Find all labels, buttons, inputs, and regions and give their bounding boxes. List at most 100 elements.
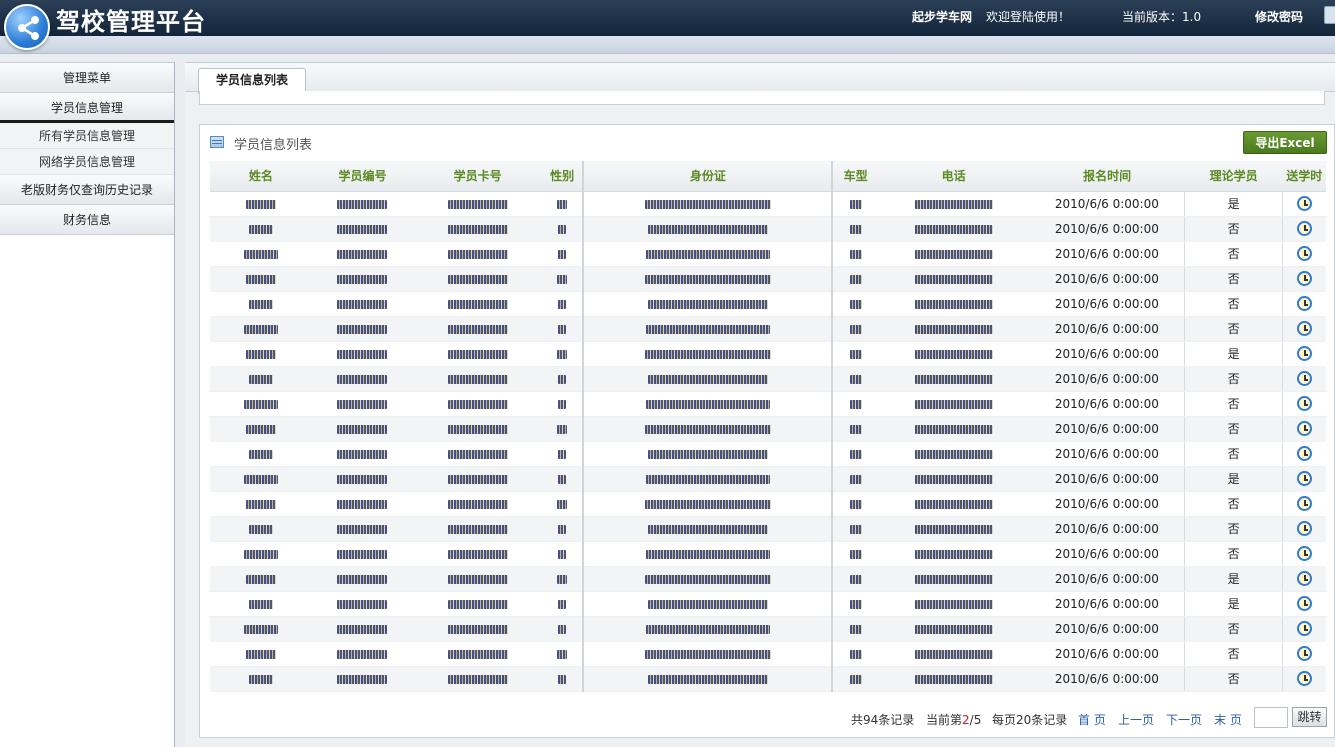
cell-car-type <box>832 641 878 667</box>
sidebar-section-finance[interactable]: 财务信息 <box>0 205 174 235</box>
cell-student-no <box>311 466 414 492</box>
alarm-clock-icon[interactable] <box>1296 571 1312 586</box>
table-row[interactable]: 2010/6/6 0:00:00 否 <box>210 366 1326 392</box>
redacted-value <box>645 624 770 634</box>
col-header-student-no[interactable]: 学员编号 <box>311 161 414 192</box>
table-row[interactable]: 2010/6/6 0:00:00 否 <box>210 241 1326 267</box>
redacted-value <box>849 674 862 684</box>
cell-card-no <box>413 391 542 417</box>
alarm-clock-icon[interactable] <box>1296 621 1312 636</box>
pager-last-link[interactable]: 末 页 <box>1214 711 1242 728</box>
student-table: 姓名 学员编号 学员卡号 性别 身份证 车型 电话 报名时间 理论学员 送学时 … <box>210 161 1326 692</box>
cell-theory: 否 <box>1184 441 1283 467</box>
table-row[interactable]: 2010/6/6 0:00:00 否 <box>210 216 1326 242</box>
pager-next-link[interactable]: 下一页 <box>1166 711 1202 728</box>
cell-name <box>210 516 312 542</box>
table-row[interactable]: 2010/6/6 0:00:00 否 <box>210 491 1326 517</box>
redacted-value <box>447 349 508 359</box>
alarm-clock-icon[interactable] <box>1296 521 1312 536</box>
table-row[interactable]: 2010/6/6 0:00:00 否 <box>210 391 1326 417</box>
cell-card-no <box>413 666 542 692</box>
table-row[interactable]: 2010/6/6 0:00:00 否 <box>210 266 1326 292</box>
redacted-value <box>647 674 768 684</box>
table-row[interactable]: 2010/6/6 0:00:00 否 <box>210 616 1326 642</box>
cell-student-no <box>311 216 414 242</box>
alarm-clock-icon[interactable] <box>1296 196 1312 211</box>
cell-car-type <box>832 516 878 542</box>
cell-phone <box>877 666 1030 692</box>
cell-student-no <box>311 516 414 542</box>
change-password-link[interactable]: 修改密码 <box>1255 8 1303 25</box>
col-header-phone[interactable]: 电话 <box>877 161 1030 192</box>
cell-gender <box>541 316 585 342</box>
alarm-clock-icon[interactable] <box>1296 646 1312 661</box>
cell-card-no <box>413 266 542 292</box>
sidebar-item-all-students[interactable]: 所有学员信息管理 <box>0 123 174 149</box>
alarm-clock-icon[interactable] <box>1296 221 1312 236</box>
alarm-clock-icon[interactable] <box>1296 321 1312 336</box>
table-row[interactable]: 2010/6/6 0:00:00 否 <box>210 416 1326 442</box>
cell-id-card <box>583 241 834 267</box>
sidebar-section-student[interactable]: 学员信息管理 <box>0 93 174 123</box>
alarm-clock-icon[interactable] <box>1296 296 1312 311</box>
cell-name <box>210 641 312 667</box>
alarm-clock-icon[interactable] <box>1296 671 1312 686</box>
alarm-clock-icon[interactable] <box>1296 396 1312 411</box>
alarm-clock-icon[interactable] <box>1296 596 1312 611</box>
redacted-value <box>245 649 276 659</box>
col-header-theory[interactable]: 理论学员 <box>1184 161 1283 192</box>
col-header-hours[interactable]: 送学时 <box>1282 161 1326 192</box>
pagination: 共94条记录 当前第2/5 每页20条记录 首 页 上一页 下一页 末 页 跳转 <box>200 707 1335 729</box>
cell-hours <box>1281 491 1326 517</box>
col-header-signup-time[interactable]: 报名时间 <box>1029 161 1185 192</box>
table-row[interactable]: 2010/6/6 0:00:00 是 <box>210 341 1326 367</box>
cell-gender <box>541 291 585 317</box>
app-title: 驾校管理平台 <box>56 8 206 36</box>
table-row[interactable]: 2010/6/6 0:00:00 否 <box>210 641 1326 667</box>
table-row[interactable]: 2010/6/6 0:00:00 是 <box>210 566 1326 592</box>
table-row[interactable]: 2010/6/6 0:00:00 否 <box>210 316 1326 342</box>
table-row[interactable]: 2010/6/6 0:00:00 否 <box>210 441 1326 467</box>
pager-page-input[interactable] <box>1254 707 1288 728</box>
alarm-clock-icon[interactable] <box>1296 471 1312 486</box>
cell-student-no <box>311 391 414 417</box>
table-row[interactable]: 2010/6/6 0:00:00 是 <box>210 591 1326 617</box>
pager-go-button[interactable]: 跳转 <box>1292 707 1327 727</box>
col-header-car-type[interactable]: 车型 <box>832 161 878 192</box>
export-excel-button[interactable]: 导出Excel <box>1243 131 1327 154</box>
table-row[interactable]: 2010/6/6 0:00:00 否 <box>210 541 1326 567</box>
site-name: 起步学车网 <box>912 10 973 24</box>
cell-gender <box>541 391 585 417</box>
cell-id-card <box>583 391 834 417</box>
alarm-clock-icon[interactable] <box>1296 496 1312 511</box>
table-row[interactable]: 2010/6/6 0:00:00 否 <box>210 516 1326 542</box>
redacted-value <box>248 599 273 609</box>
table-row[interactable]: 2010/6/6 0:00:00 否 <box>210 291 1326 317</box>
logout-button[interactable] <box>1324 6 1335 24</box>
cell-theory: 是 <box>1184 566 1283 592</box>
table-row[interactable]: 2010/6/6 0:00:00 是 <box>210 191 1326 217</box>
cell-signup-time: 2010/6/6 0:00:00 <box>1029 566 1185 592</box>
alarm-clock-icon[interactable] <box>1296 346 1312 361</box>
cell-phone <box>877 516 1030 542</box>
sidebar-section-finance-old[interactable]: 老版财务仅查询历史记录 <box>0 175 174 205</box>
col-header-id-card[interactable]: 身份证 <box>583 161 834 192</box>
col-header-name[interactable]: 姓名 <box>210 161 312 192</box>
alarm-clock-icon[interactable] <box>1296 371 1312 386</box>
alarm-clock-icon[interactable] <box>1296 271 1312 286</box>
alarm-clock-icon[interactable] <box>1296 446 1312 461</box>
col-header-card-no[interactable]: 学员卡号 <box>413 161 542 192</box>
redacted-value <box>644 349 771 359</box>
table-row[interactable]: 2010/6/6 0:00:00 是 <box>210 466 1326 492</box>
sidebar-item-online-students[interactable]: 网络学员信息管理 <box>0 149 174 175</box>
cell-theory: 否 <box>1184 491 1283 517</box>
col-header-gender[interactable]: 性别 <box>541 161 585 192</box>
pager-prev-link[interactable]: 上一页 <box>1118 711 1154 728</box>
pager-first-link[interactable]: 首 页 <box>1078 711 1106 728</box>
alarm-clock-icon[interactable] <box>1296 421 1312 436</box>
table-row[interactable]: 2010/6/6 0:00:00 否 <box>210 666 1326 692</box>
redacted-value <box>243 324 278 334</box>
cell-theory: 是 <box>1184 591 1283 617</box>
alarm-clock-icon[interactable] <box>1296 546 1312 561</box>
alarm-clock-icon[interactable] <box>1296 246 1312 261</box>
